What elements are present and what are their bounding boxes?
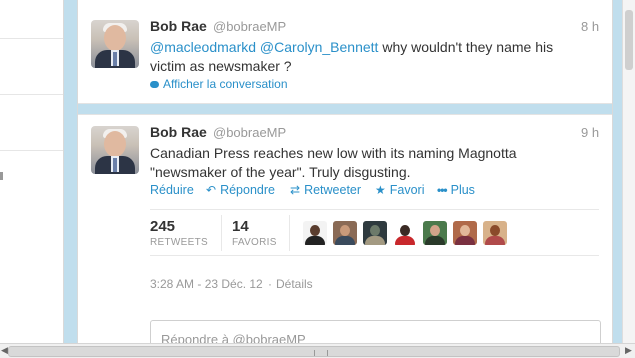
scroll-right-icon[interactable]: ▶ xyxy=(625,345,632,356)
speech-bubble-icon xyxy=(150,81,159,88)
tweet-text: @macleodmarkd @Carolyn_Bennett why would… xyxy=(150,38,590,76)
left-sidebar xyxy=(0,0,64,343)
scrollbar-thumb[interactable] xyxy=(625,10,633,70)
divider xyxy=(0,94,63,95)
reply-button[interactable]: ↶ Répondre xyxy=(206,183,275,197)
tweet-time[interactable]: 8 h xyxy=(581,19,599,34)
favorite-count[interactable]: 14 xyxy=(232,218,249,235)
retweet-button[interactable]: ⇄ Retweeter xyxy=(290,183,361,197)
avatar[interactable] xyxy=(393,221,417,245)
avatar[interactable] xyxy=(303,221,327,245)
author-handle[interactable]: @bobraeMP xyxy=(213,19,286,34)
conversation-label: Afficher la conversation xyxy=(163,77,288,91)
divider xyxy=(289,215,290,251)
favorite-label: Favori xyxy=(389,183,425,197)
avatar[interactable] xyxy=(91,20,139,68)
divider xyxy=(0,150,63,151)
author-name[interactable]: Bob Rae xyxy=(150,18,207,34)
avatar[interactable] xyxy=(423,221,447,245)
view-conversation-link[interactable]: Afficher la conversation xyxy=(150,77,288,91)
retweet-count-label: RETWEETS xyxy=(150,237,208,248)
mention-link[interactable]: @macleodmarkd xyxy=(150,39,256,55)
tweet-separator xyxy=(78,104,612,114)
star-icon: ★ xyxy=(375,183,386,197)
tweet-timestamp[interactable]: 3:28 AM - 23 Déc. 12 xyxy=(150,277,263,291)
retweet-count[interactable]: 245 xyxy=(150,218,175,235)
avatar[interactable] xyxy=(453,221,477,245)
tweet-expanded[interactable]: Bob Rae @bobraeMP 9 h Canadian Press rea… xyxy=(78,114,612,352)
details-link[interactable]: Détails xyxy=(276,277,313,291)
mention-link[interactable]: @Carolyn_Bennett xyxy=(260,39,379,55)
avatar[interactable] xyxy=(483,221,507,245)
horizontal-scrollbar[interactable]: ◀ ▶ xyxy=(0,343,635,358)
tweet-stream: Bob Rae @bobraeMP 8 h @macleodmarkd @Car… xyxy=(77,0,613,352)
collapse-link[interactable]: Réduire xyxy=(150,183,194,197)
ellipsis-icon: ••• xyxy=(437,183,448,197)
author-handle[interactable]: @bobraeMP xyxy=(213,125,286,140)
divider xyxy=(150,209,599,210)
avatar[interactable] xyxy=(363,221,387,245)
reply-arrow-icon: ↶ xyxy=(206,183,217,197)
divider xyxy=(150,255,599,256)
separator-dot: · xyxy=(268,277,272,291)
more-button[interactable]: ••• Plus xyxy=(437,183,475,197)
reply-label: Répondre xyxy=(220,183,275,197)
scroll-left-icon[interactable]: ◀ xyxy=(1,345,8,356)
avatar[interactable] xyxy=(91,126,139,174)
author-name[interactable]: Bob Rae xyxy=(150,124,207,140)
retweet-label: Retweeter xyxy=(304,183,362,197)
tweet-time[interactable]: 9 h xyxy=(581,125,599,140)
vertical-scrollbar[interactable] xyxy=(622,0,635,343)
avatar[interactable] xyxy=(333,221,357,245)
tweet-text: Canadian Press reaches new low with its … xyxy=(150,145,517,180)
tweet[interactable]: Bob Rae @bobraeMP 8 h @macleodmarkd @Car… xyxy=(78,0,612,104)
retweet-icon: ⇄ xyxy=(290,183,301,197)
divider xyxy=(0,38,63,39)
scrollbar-thumb[interactable] xyxy=(8,346,620,357)
divider xyxy=(221,215,222,251)
marker xyxy=(0,172,3,180)
more-label: Plus xyxy=(450,183,475,197)
favorite-button[interactable]: ★ Favori xyxy=(375,183,425,197)
favorite-count-label: FAVORIS xyxy=(232,237,277,248)
